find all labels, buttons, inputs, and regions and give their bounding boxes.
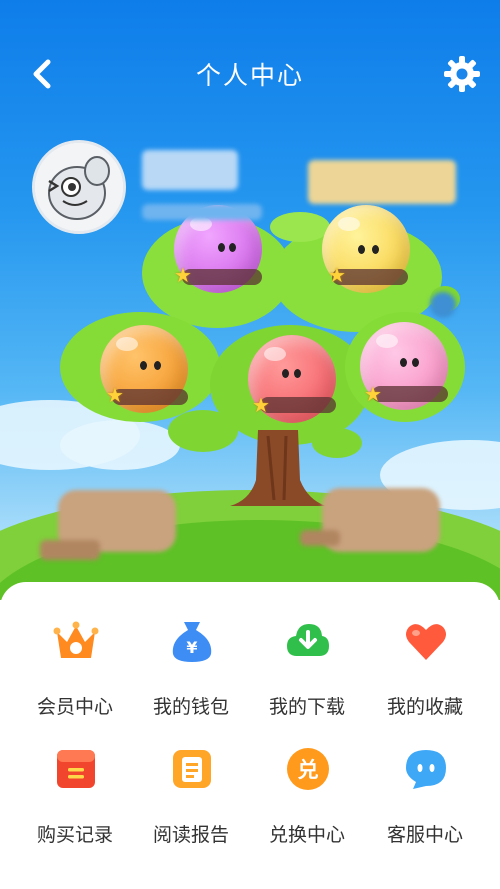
heart-icon [406, 624, 446, 660]
menu-label: 我的收藏 [386, 696, 463, 718]
star-icon: ★ [364, 382, 382, 406]
menu-vip-center[interactable]: 会员中心 [16, 618, 134, 728]
report-icon [173, 750, 211, 788]
crown-icon [53, 621, 99, 658]
user-id-blurred [142, 204, 262, 220]
star-icon: ★ [252, 393, 270, 417]
tree-trunk [230, 430, 326, 506]
menu-wallet[interactable]: ¥ 我的钱包 [132, 618, 250, 728]
star-icon: ★ [174, 263, 192, 287]
info-dot[interactable] [430, 292, 456, 318]
menu-exchange-center[interactable]: 兑 兑换中心 [248, 746, 366, 856]
level-badge-blurred[interactable] [308, 160, 456, 204]
cloud-download-icon [287, 624, 329, 656]
menu-panel: 会员中心 ¥ 我的钱包 我的下载 我的收藏 购买记录 阅读报告 兑 兑换中心 客… [0, 582, 500, 889]
receipt-icon [57, 750, 95, 788]
menu-reading-report[interactable]: 阅读报告 [132, 746, 250, 856]
character-ball-orange[interactable]: ★ [100, 325, 188, 413]
page-title: 个人中心 [195, 61, 304, 90]
star-icon: ★ [328, 263, 346, 287]
exchange-icon: 兑 [287, 748, 329, 790]
menu-label: 购买记录 [36, 824, 113, 846]
star-icon: ★ [106, 383, 124, 407]
gear-icon[interactable] [440, 52, 484, 96]
menu-purchase-records[interactable]: 购买记录 [16, 746, 134, 856]
cloud [60, 420, 180, 470]
top-bar: 个人中心 [0, 40, 500, 108]
menu-customer-service[interactable]: 客服中心 [366, 746, 484, 856]
money-bag-icon: ¥ [172, 622, 212, 662]
svg-text:兑: 兑 [298, 758, 319, 782]
chat-bubble-icon [406, 750, 446, 789]
menu-favorites[interactable]: 我的收藏 [366, 618, 484, 728]
tree-foliage [270, 212, 330, 242]
avatar-mascot-icon [35, 143, 123, 231]
menu-label: 会员中心 [36, 696, 113, 718]
menu-label: 兑换中心 [268, 824, 345, 846]
menu-label: 阅读报告 [152, 824, 229, 846]
character-ball-yellow[interactable]: ★ [322, 205, 410, 293]
menu-label: 我的钱包 [152, 696, 229, 718]
svg-text:¥: ¥ [186, 638, 197, 657]
menu-label: 我的下载 [268, 696, 345, 718]
avatar[interactable] [32, 140, 126, 234]
character-ball-red[interactable]: ★ [248, 335, 336, 423]
rock-right[interactable] [322, 488, 440, 552]
username-blurred [142, 150, 238, 190]
menu-downloads[interactable]: 我的下载 [248, 618, 366, 728]
menu-label: 客服中心 [386, 824, 463, 846]
character-ball-pink[interactable]: ★ [360, 322, 448, 410]
